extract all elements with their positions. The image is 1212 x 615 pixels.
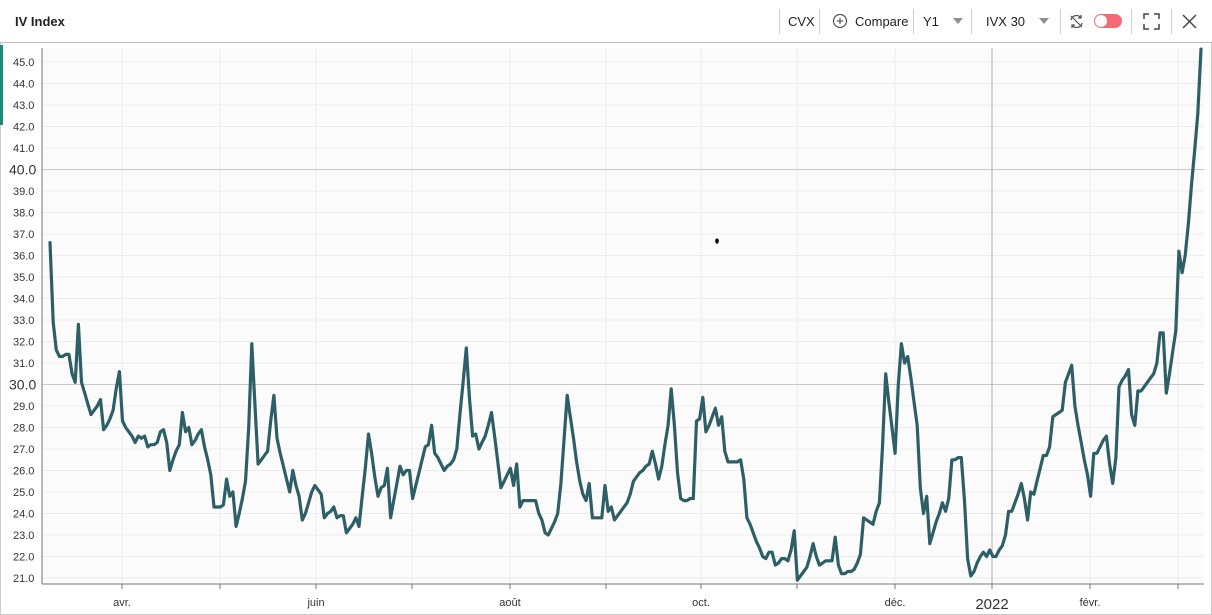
y-tick-label: 30.0 <box>9 377 36 393</box>
y-tick-label: 25.0 <box>13 487 34 499</box>
y-tick-label: 23.0 <box>13 530 34 542</box>
x-tick-label: 2022 <box>975 596 1008 613</box>
y-tick-label: 34.0 <box>13 294 34 306</box>
y-tick-label: 38.0 <box>13 208 34 220</box>
x-tick-label: oct. <box>692 597 710 609</box>
y-tick-label: 21.0 <box>13 573 34 585</box>
y-tick-label: 35.0 <box>13 272 34 284</box>
y-tick-label: 42.0 <box>13 122 34 134</box>
cursor-marker <box>715 238 719 244</box>
x-tick-label: déc. <box>885 597 906 609</box>
y-tick-label: 45.0 <box>13 57 34 69</box>
y-tick-label: 29.0 <box>13 401 34 413</box>
x-tick-label: août <box>499 597 520 609</box>
y-tick-label: 22.0 <box>13 552 34 564</box>
iv-line-chart: 21.0 22.0 23.0 24.0 25.0 26.0 27.0 28.0 29.0 30.0… <box>9 47 1204 613</box>
y-tick-label: 40.0 <box>9 162 36 178</box>
y-tick-label: 37.0 <box>13 229 34 241</box>
y-tick-label: 31.0 <box>13 358 34 370</box>
y-tick-label: 33.0 <box>13 315 34 327</box>
y-tick-label: 26.0 <box>13 466 34 478</box>
y-tick-label: 36.0 <box>13 251 34 263</box>
x-tick-label: févr. <box>1080 597 1101 609</box>
y-tick-label: 32.0 <box>13 337 34 349</box>
y-tick-label: 27.0 <box>13 444 34 456</box>
y-tick-label: 39.0 <box>13 186 34 198</box>
y-tick-label: 44.0 <box>13 79 34 91</box>
y-tick-label: 43.0 <box>13 100 34 112</box>
x-tick-label: juin <box>306 597 324 609</box>
y-tick-label: 24.0 <box>13 509 34 521</box>
x-tick-label: avr. <box>113 597 131 609</box>
y-tick-label: 28.0 <box>13 423 34 435</box>
y-tick-label: 41.0 <box>13 143 34 155</box>
